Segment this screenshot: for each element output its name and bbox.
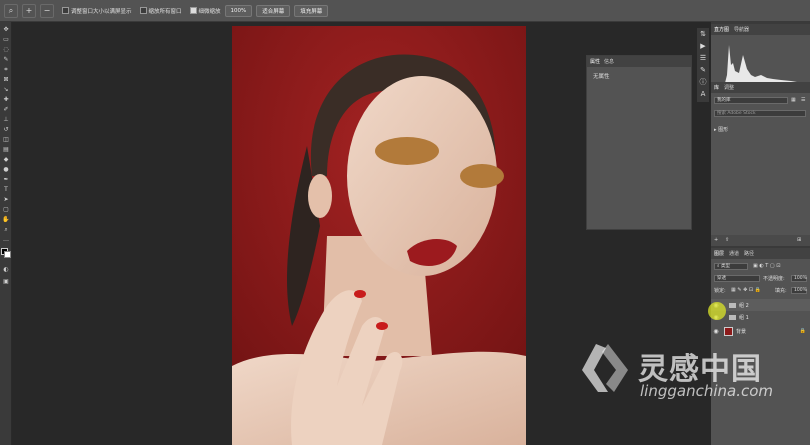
background-color-swatch[interactable]: [4, 251, 11, 258]
watermark-logo-icon: [582, 344, 628, 392]
zoom-tool-icon[interactable]: ⌕: [4, 3, 18, 18]
lock-icons[interactable]: ▦ ✎ ✥ ⊡ 🔒: [731, 287, 761, 293]
add-content-icon[interactable]: +: [714, 237, 718, 243]
move-tool-icon[interactable]: ✥: [2, 26, 10, 33]
brush-tool-icon[interactable]: ✐: [2, 106, 10, 113]
fill-input[interactable]: 100%: [791, 287, 807, 294]
gradient-tool-icon[interactable]: ▤: [2, 146, 10, 153]
visibility-eye-icon[interactable]: ◉: [711, 328, 721, 335]
blend-mode-dropdown[interactable]: 穿透: [714, 275, 760, 282]
layer-filter-dropdown[interactable]: ⌕ 类型: [714, 263, 748, 270]
cursor-highlight: [708, 302, 726, 320]
tab-histogram[interactable]: 直方图: [714, 26, 729, 33]
dodge-tool-icon[interactable]: ●: [2, 166, 10, 173]
shape-tool-icon[interactable]: ▢: [2, 206, 10, 213]
scrubby-zoom-checkbox[interactable]: 细微缩放: [189, 7, 221, 15]
crop-tool-icon[interactable]: ⌗: [2, 66, 10, 73]
opacity-label: 不透明度:: [763, 276, 785, 282]
tab-info[interactable]: 信息: [604, 58, 614, 65]
options-bar: ⌕ + − 调整窗口大小以满屏显示 缩放所有窗口 细微缩放 100% 适合屏幕 …: [0, 0, 810, 22]
type-tool-icon[interactable]: T: [2, 186, 10, 193]
screen-mode-icon[interactable]: ▣: [2, 278, 10, 285]
watermark: 灵感中国 lingganchina.com: [578, 340, 803, 420]
tab-layers[interactable]: 图层: [714, 250, 724, 257]
panel-icon-strip: ⇅ ▶ ☰ ✎ ⓘ A: [697, 28, 709, 102]
adjustments-panel-icon[interactable]: ☰: [699, 54, 707, 62]
lasso-tool-icon[interactable]: ◌: [2, 46, 10, 53]
blur-tool-icon[interactable]: ◆: [2, 156, 10, 163]
library-panel: 库 调整 我的库 ▦ ☰ 搜索 Adobe Stock ▸ 图形: [711, 82, 810, 237]
history-brush-tool-icon[interactable]: ↺: [2, 126, 10, 133]
resize-windows-label: 调整窗口大小以满屏显示: [71, 8, 132, 15]
clone-stamp-tool-icon[interactable]: ⊥: [2, 116, 10, 123]
frame-tool-icon[interactable]: ⊠: [2, 76, 10, 83]
upload-icon[interactable]: ⇪: [725, 237, 729, 243]
more-tools-icon[interactable]: …: [2, 236, 10, 243]
pen-tool-icon[interactable]: ✒: [2, 176, 10, 183]
tab-channels[interactable]: 通道: [729, 250, 739, 257]
watermark-url: lingganchina.com: [640, 382, 774, 400]
library-size-icon[interactable]: ⊞: [797, 237, 801, 243]
zoom-all-windows-checkbox[interactable]: 缩放所有窗口: [139, 7, 182, 15]
layer-row-group-1[interactable]: ◉ 组 1: [711, 311, 810, 323]
histogram-panel: 直方图 导航器: [711, 24, 810, 86]
properties-panel: 属性 信息 无属性: [586, 55, 692, 230]
layer-row-background[interactable]: ◉ 背景 🔒: [711, 325, 810, 337]
histogram-graph: [725, 45, 797, 84]
tab-library[interactable]: 库: [714, 84, 719, 91]
no-properties-text: 无属性: [593, 74, 610, 80]
portrait-illustration: [232, 26, 526, 445]
library-dropdown[interactable]: 我的库: [714, 97, 788, 104]
list-view-icon[interactable]: ☰: [801, 97, 805, 103]
fit-screen-button[interactable]: 适合屏幕: [256, 4, 291, 17]
document-image[interactable]: [232, 26, 526, 445]
folder-icon: [729, 314, 736, 320]
quick-mask-icon[interactable]: ◐: [2, 266, 10, 273]
folder-icon: [729, 302, 736, 308]
filter-pixel-icon[interactable]: ▣ ◐ T ▢ ⊡: [753, 263, 780, 269]
actions-panel-icon[interactable]: ▶: [699, 42, 707, 50]
tab-navigator[interactable]: 导航器: [734, 26, 749, 33]
layer-filter-label: 类型: [720, 264, 730, 269]
zoom-in-icon[interactable]: +: [22, 3, 36, 18]
scrubby-zoom-label: 细微缩放: [198, 8, 221, 15]
grid-view-icon[interactable]: ▦: [791, 97, 796, 103]
history-panel-icon[interactable]: ⇅: [699, 30, 707, 38]
properties-tabs: 属性 信息: [587, 56, 691, 67]
info-panel-icon[interactable]: ⓘ: [699, 78, 707, 86]
quick-select-tool-icon[interactable]: ✎: [2, 56, 10, 63]
fill-screen-button[interactable]: 填充屏幕: [294, 4, 329, 17]
eraser-tool-icon[interactable]: ◫: [2, 136, 10, 143]
zoom-100-button[interactable]: 100%: [224, 4, 253, 17]
hand-tool-icon[interactable]: ✋: [2, 216, 10, 223]
layer-name: 背景: [736, 328, 747, 335]
zoom-tool-sidebar-icon[interactable]: ⌕: [2, 226, 10, 233]
character-panel-icon[interactable]: A: [699, 90, 707, 98]
tab-adjustments[interactable]: 调整: [724, 84, 734, 91]
graphics-group[interactable]: ▸ 图形: [714, 126, 728, 133]
opacity-input[interactable]: 100%: [791, 275, 807, 282]
library-footer: + ⇪ ⊞: [711, 235, 810, 246]
brush-settings-icon[interactable]: ✎: [699, 66, 707, 74]
resize-windows-checkbox[interactable]: 调整窗口大小以满屏显示: [62, 7, 132, 15]
tab-properties[interactable]: 属性: [590, 58, 600, 65]
lock-label: 锁定:: [714, 288, 726, 294]
path-select-tool-icon[interactable]: ➤: [2, 196, 10, 203]
graphics-group-label: 图形: [718, 127, 729, 133]
stock-search-input[interactable]: 搜索 Adobe Stock: [714, 110, 806, 117]
eyedropper-tool-icon[interactable]: ↘: [2, 86, 10, 93]
fill-label: 填充:: [775, 288, 787, 294]
marquee-tool-icon[interactable]: ▭: [2, 36, 10, 43]
layer-thumbnail: [724, 326, 733, 336]
tools-panel: ✥ ▭ ◌ ✎ ⌗ ⊠ ↘ ✚ ✐ ⊥ ↺ ◫ ▤ ◆ ● ✒ T ➤ ▢ ✋ …: [0, 22, 12, 445]
layer-name: 组 2: [739, 302, 749, 309]
tab-paths[interactable]: 路径: [744, 250, 754, 257]
zoom-all-label: 缩放所有窗口: [148, 8, 182, 15]
zoom-out-icon[interactable]: −: [40, 3, 54, 18]
layer-name: 组 1: [739, 314, 749, 321]
lock-icon: 🔒: [799, 328, 806, 334]
healing-brush-tool-icon[interactable]: ✚: [2, 96, 10, 103]
